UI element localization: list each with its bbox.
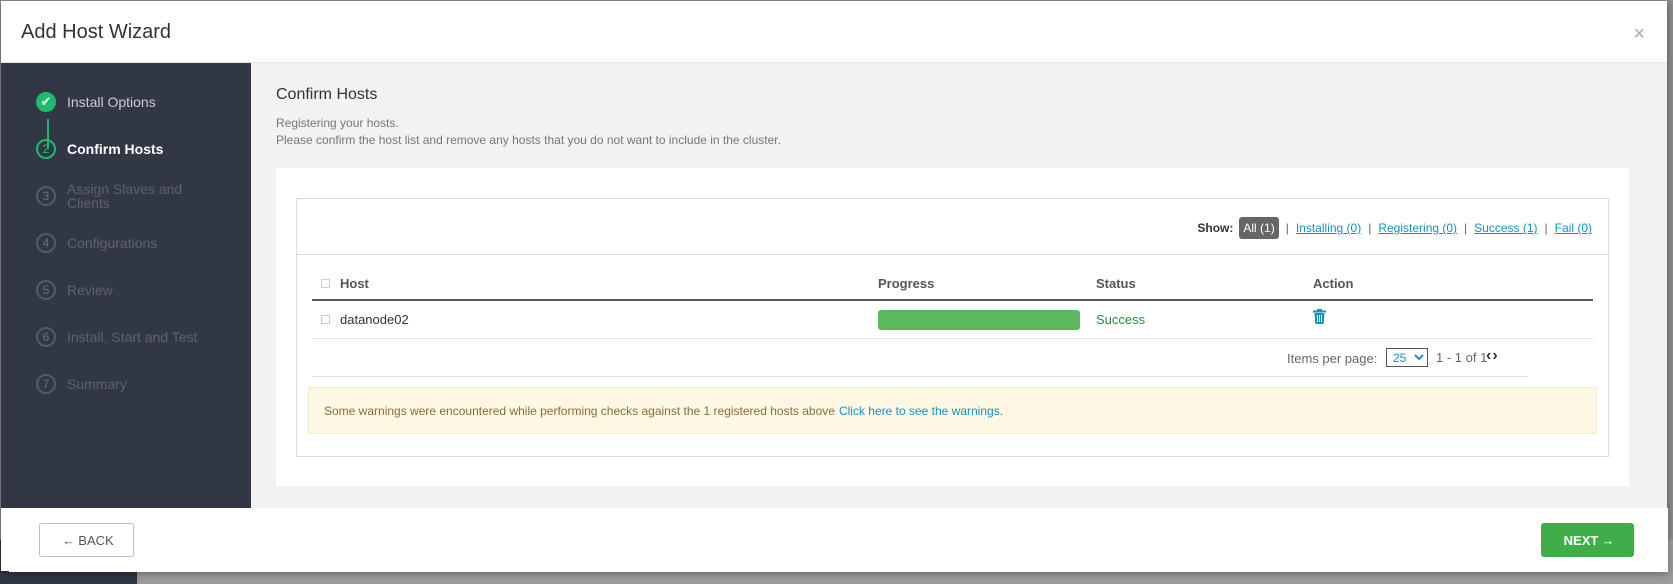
next-button[interactable]: NEXT → xyxy=(1541,523,1634,557)
step-install-options[interactable]: ✔ Install Options xyxy=(36,87,217,117)
page-nav-arrows[interactable]: ‹› xyxy=(1486,347,1499,365)
close-icon[interactable]: × xyxy=(1633,23,1645,46)
step-number: 4 xyxy=(36,233,56,253)
page-subtitle: Registering your hosts. Please confirm t… xyxy=(276,115,781,149)
page-title: Confirm Hosts xyxy=(276,86,378,103)
step-number: 3 xyxy=(36,186,56,206)
filter-separator: | xyxy=(1368,221,1372,235)
header-status: Status xyxy=(1096,276,1136,291)
filter-registering[interactable]: Registering (0) xyxy=(1378,221,1457,235)
table-header: Host Progress Status Action xyxy=(312,267,1593,301)
header-progress: Progress xyxy=(878,276,935,291)
filter-fail[interactable]: Fail (0) xyxy=(1555,221,1592,235)
filter-bar: Show: All (1) | Installing (0) | Registe… xyxy=(297,199,1608,255)
step-label: Summary xyxy=(67,376,127,392)
modal-footer: ← BACK NEXT → xyxy=(9,508,1668,572)
subtitle-line: Please confirm the host list and remove … xyxy=(276,133,781,147)
step-confirm-hosts[interactable]: 2 Confirm Hosts xyxy=(36,134,217,164)
modal-title: Add Host Wizard xyxy=(21,21,172,43)
select-all-checkbox[interactable] xyxy=(321,279,330,288)
back-label: BACK xyxy=(78,532,114,548)
filter-success[interactable]: Success (1) xyxy=(1474,221,1537,235)
step-summary: 7 Summary xyxy=(36,369,217,399)
filter-separator: | xyxy=(1285,221,1289,235)
items-per-page-label: Items per page: xyxy=(1287,351,1378,366)
show-label: Show: xyxy=(1197,221,1234,235)
add-host-wizard-modal: Add Host Wizard × ✔ Install Options 2 Co… xyxy=(1,1,1668,572)
step-review: 5 Review xyxy=(36,275,217,305)
step-label: Assign Slaves and Clients xyxy=(67,181,183,211)
check-icon: ✔ xyxy=(36,92,56,112)
status-filters: Show: All (1) | Installing (0) | Registe… xyxy=(1197,217,1592,239)
warning-alert: Some warnings were encountered while per… xyxy=(308,387,1597,434)
step-number: 5 xyxy=(36,280,56,300)
host-name: datanode02 xyxy=(340,312,409,327)
filter-all[interactable]: All (1) xyxy=(1239,217,1279,239)
wizard-steps-sidebar: ✔ Install Options 2 Confirm Hosts 3 Assi… xyxy=(1,63,251,508)
step-number: 7 xyxy=(36,374,56,394)
step-install-start-test: 6 Install, Start and Test xyxy=(36,322,217,352)
next-arrow-icon: → xyxy=(1601,532,1615,548)
items-per-page-select[interactable]: 25 xyxy=(1386,348,1428,367)
warning-text: Some warnings were encountered while per… xyxy=(324,403,835,418)
status-text: Success xyxy=(1096,312,1146,327)
step-label: Review xyxy=(67,282,113,298)
step-number: 2 xyxy=(36,139,56,159)
step-number: 6 xyxy=(36,327,56,347)
page-range: 1 - 1 of 1 xyxy=(1436,350,1488,365)
hosts-table: Host Progress Status Action datanode02 S… xyxy=(312,267,1593,377)
trash-icon[interactable] xyxy=(1313,309,1326,327)
header-action: Action xyxy=(1313,276,1354,291)
modal-header: Add Host Wizard × xyxy=(1,1,1667,63)
header-host: Host xyxy=(340,276,369,291)
row-checkbox[interactable] xyxy=(321,315,330,324)
filter-installing[interactable]: Installing (0) xyxy=(1296,221,1361,235)
next-label: NEXT xyxy=(1563,532,1599,548)
subtitle-line: Registering your hosts. xyxy=(276,116,399,130)
warnings-link[interactable]: Click here to see the warnings. xyxy=(839,404,1003,418)
back-button[interactable]: ← BACK xyxy=(39,523,134,557)
hosts-card: Show: All (1) | Installing (0) | Registe… xyxy=(276,168,1629,486)
back-arrow-icon: ← xyxy=(62,532,76,548)
pagination: Items per page: 25 1 - 1 of 1 ‹› xyxy=(312,339,1528,377)
step-label: Configurations xyxy=(67,235,158,251)
filter-separator: | xyxy=(1544,221,1548,235)
progress-bar xyxy=(878,310,1080,330)
filter-separator: | xyxy=(1464,221,1468,235)
step-label: Install Options xyxy=(67,94,156,110)
step-label: Install, Start and Test xyxy=(67,329,198,345)
table-row: datanode02 Success xyxy=(312,301,1593,339)
step-assign-slaves: 3 Assign Slaves and Clients xyxy=(36,181,217,211)
step-configurations: 4 Configurations xyxy=(36,228,217,258)
hosts-panel: Show: All (1) | Installing (0) | Registe… xyxy=(296,198,1609,457)
progress-fill xyxy=(878,310,1080,330)
main-content: Confirm Hosts Registering your hosts. Pl… xyxy=(251,63,1667,508)
step-label: Confirm Hosts xyxy=(67,141,164,157)
